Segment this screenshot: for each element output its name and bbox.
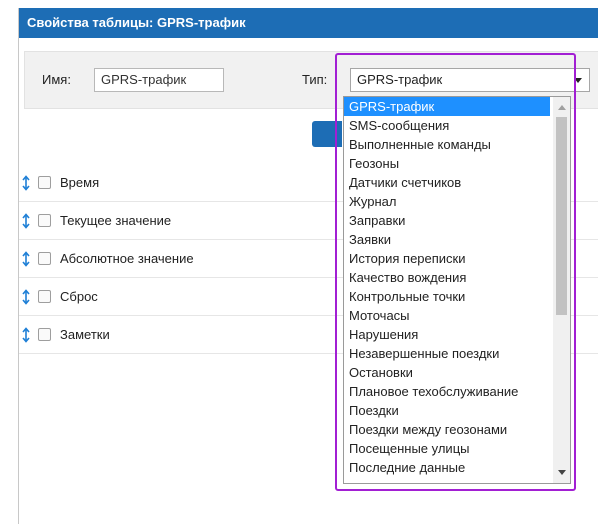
drag-handle-icon[interactable] (21, 251, 31, 267)
add-button[interactable] (312, 121, 342, 147)
type-option[interactable]: Последние данные (344, 458, 550, 477)
column-label: Текущее значение (60, 213, 172, 228)
column-checkbox[interactable] (38, 328, 51, 341)
type-option[interactable]: Геозоны (344, 154, 550, 173)
type-option[interactable]: Плановое техобслуживание (344, 382, 550, 401)
type-option[interactable]: Поездки (344, 401, 550, 420)
type-option[interactable]: Незавершенные поездки (344, 344, 550, 363)
type-option[interactable]: Журнал (344, 192, 550, 211)
name-label: Имя: (42, 72, 71, 87)
dialog-title: Свойства таблицы: GPRS-трафик (19, 8, 598, 38)
type-option[interactable]: Датчики счетчиков (344, 173, 550, 192)
drag-handle-icon[interactable] (21, 175, 31, 191)
column-checkbox[interactable] (38, 252, 51, 265)
type-options: GPRS-трафик SMS-сообщения Выполненные кома… (344, 97, 570, 477)
column-checkbox[interactable] (38, 176, 51, 189)
scrollbar-thumb[interactable] (556, 117, 567, 315)
scroll-up-icon[interactable] (558, 105, 566, 110)
drag-handle-icon[interactable] (21, 213, 31, 229)
type-label: Тип: (302, 72, 328, 87)
chevron-down-icon (574, 78, 582, 83)
column-label: Время (60, 175, 100, 190)
type-select[interactable]: GPRS-трафик (350, 68, 590, 92)
type-option[interactable]: Заправки (344, 211, 550, 230)
name-input[interactable]: GPRS-трафик (94, 68, 224, 92)
type-option[interactable]: Выполненные команды (344, 135, 550, 154)
type-option[interactable]: GPRS-трафик (344, 97, 550, 116)
scroll-down-icon[interactable] (558, 470, 566, 475)
type-dropdown-list[interactable]: GPRS-трафик SMS-сообщения Выполненные кома… (343, 96, 571, 484)
type-option[interactable]: Остановки (344, 363, 550, 382)
type-option[interactable]: Поездки между геозонами (344, 420, 550, 439)
type-option[interactable]: Моточасы (344, 306, 550, 325)
type-option[interactable]: История переписки (344, 249, 550, 268)
drag-handle-icon[interactable] (21, 289, 31, 305)
type-option[interactable]: Посещенные улицы (344, 439, 550, 458)
column-label: Сброс (60, 289, 98, 304)
dropdown-scrollbar[interactable] (553, 97, 570, 483)
type-option[interactable]: Нарушения (344, 325, 550, 344)
drag-handle-icon[interactable] (21, 327, 31, 343)
type-option[interactable]: Контрольные точки (344, 287, 550, 306)
type-option[interactable]: Заявки (344, 230, 550, 249)
type-select-value: GPRS-трафик (357, 72, 443, 87)
type-option[interactable]: Качество вождения (344, 268, 550, 287)
column-checkbox[interactable] (38, 290, 51, 303)
column-label: Заметки (60, 327, 110, 342)
type-option[interactable]: SMS-сообщения (344, 116, 550, 135)
column-label: Абсолютное значение (60, 251, 194, 266)
column-checkbox[interactable] (38, 214, 51, 227)
